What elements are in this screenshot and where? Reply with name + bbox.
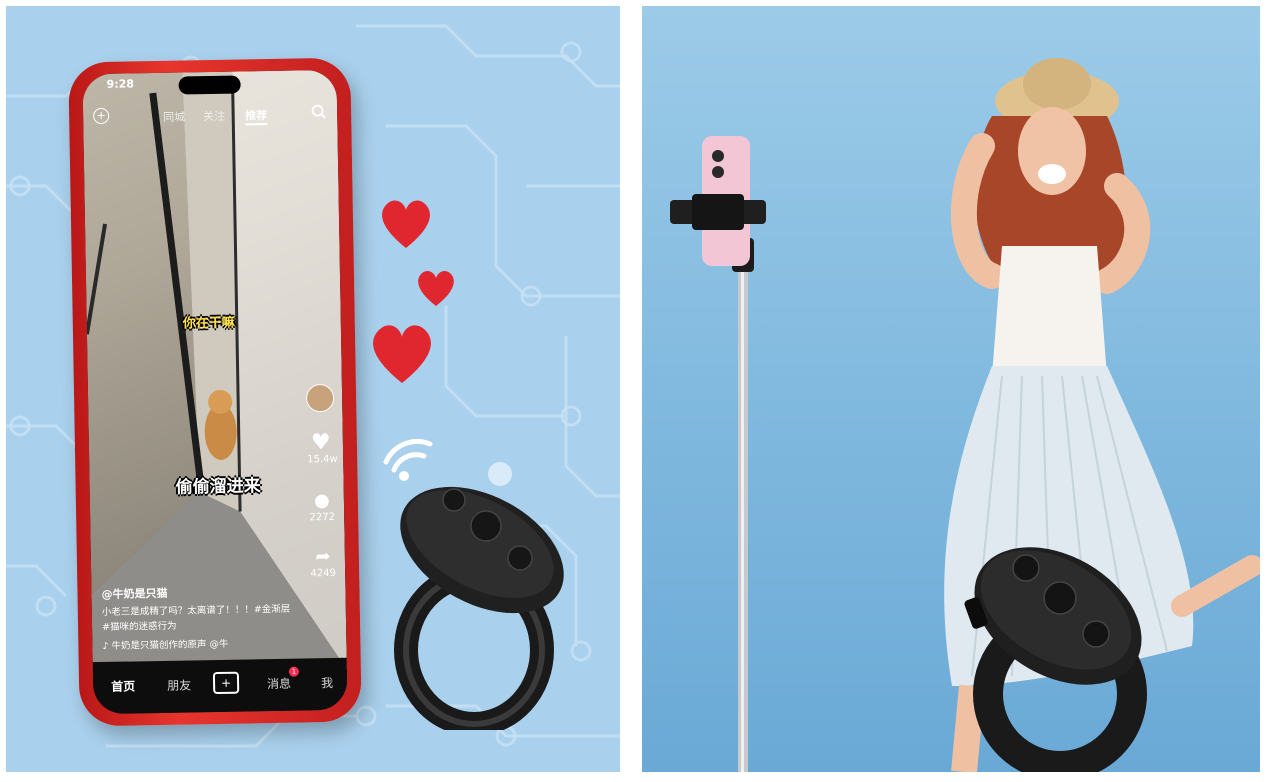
heart-icon [382,200,430,248]
tab-nearby[interactable]: 同城 [163,108,185,124]
tab-messages[interactable]: 消息 [267,675,291,692]
overlay-text-1: 你在干嘛 [182,315,235,332]
author-name[interactable]: @牛奶是只猫 [101,585,167,602]
avatar[interactable] [305,383,335,413]
remote-button-center [470,510,502,542]
share-count: 4249 [310,567,336,580]
share-icon: ➦ [315,546,331,568]
create-button[interactable]: + [212,671,240,695]
message-badge: 1 [288,666,299,677]
right-lifestyle-panel [642,6,1260,772]
video-scene [82,69,347,675]
music-label[interactable]: ♪ 牛奶是只猫创作的原声 @牛 [102,636,228,652]
video-feed: 9:28 + 同城 关注 推荐 你在干嘛 偷偷溜进来 ♥ 15.4w ● 227… [82,69,347,675]
heart-icon [418,271,454,306]
status-time: 9:28 [106,77,135,91]
bottom-tab-bar: 首页 朋友 + 消息 1 我 [92,657,348,715]
heart-icon [373,325,431,383]
tab-following[interactable]: 关注 [203,108,225,124]
notch [178,75,241,95]
comment-icon: ● [313,490,330,512]
ring-remote [394,486,564,730]
tab-me[interactable]: 我 [321,674,333,691]
comment-count: 2272 [309,511,336,524]
left-product-panel: 9:28 + 同城 关注 推荐 你在干嘛 偷偷溜进来 ♥ 15.4w ● 227… [6,6,620,772]
remote-button-top [442,488,466,512]
tab-friends[interactable]: 朋友 [167,676,191,693]
tab-recommended[interactable]: 推荐 [245,107,268,126]
comment-button[interactable]: ● 2272 [308,490,337,523]
like-button[interactable]: ♥ 15.4w [307,429,338,466]
caption-line-2: #猫咪的迷惑行为 [101,620,177,634]
smartphone: 9:28 + 同城 关注 推荐 你在干嘛 偷偷溜进来 ♥ 15.4w ● 227… [68,57,362,727]
phone-screen: 9:28 + 同城 关注 推荐 你在干嘛 偷偷溜进来 ♥ 15.4w ● 227… [82,69,348,715]
share-button[interactable]: ➦ 4249 [309,546,338,579]
heart-icon: ♥ [310,429,331,456]
remote-button-bottom [507,545,533,571]
ring-remote-foreground [964,547,1147,772]
wifi-signal-icon [383,439,433,481]
search-icon[interactable] [311,104,327,120]
tab-home[interactable]: 首页 [111,677,135,694]
selfie-stick [670,136,766,772]
like-count: 15.4w [307,453,338,466]
overlay-text-2: 偷偷溜进来 [175,476,261,498]
